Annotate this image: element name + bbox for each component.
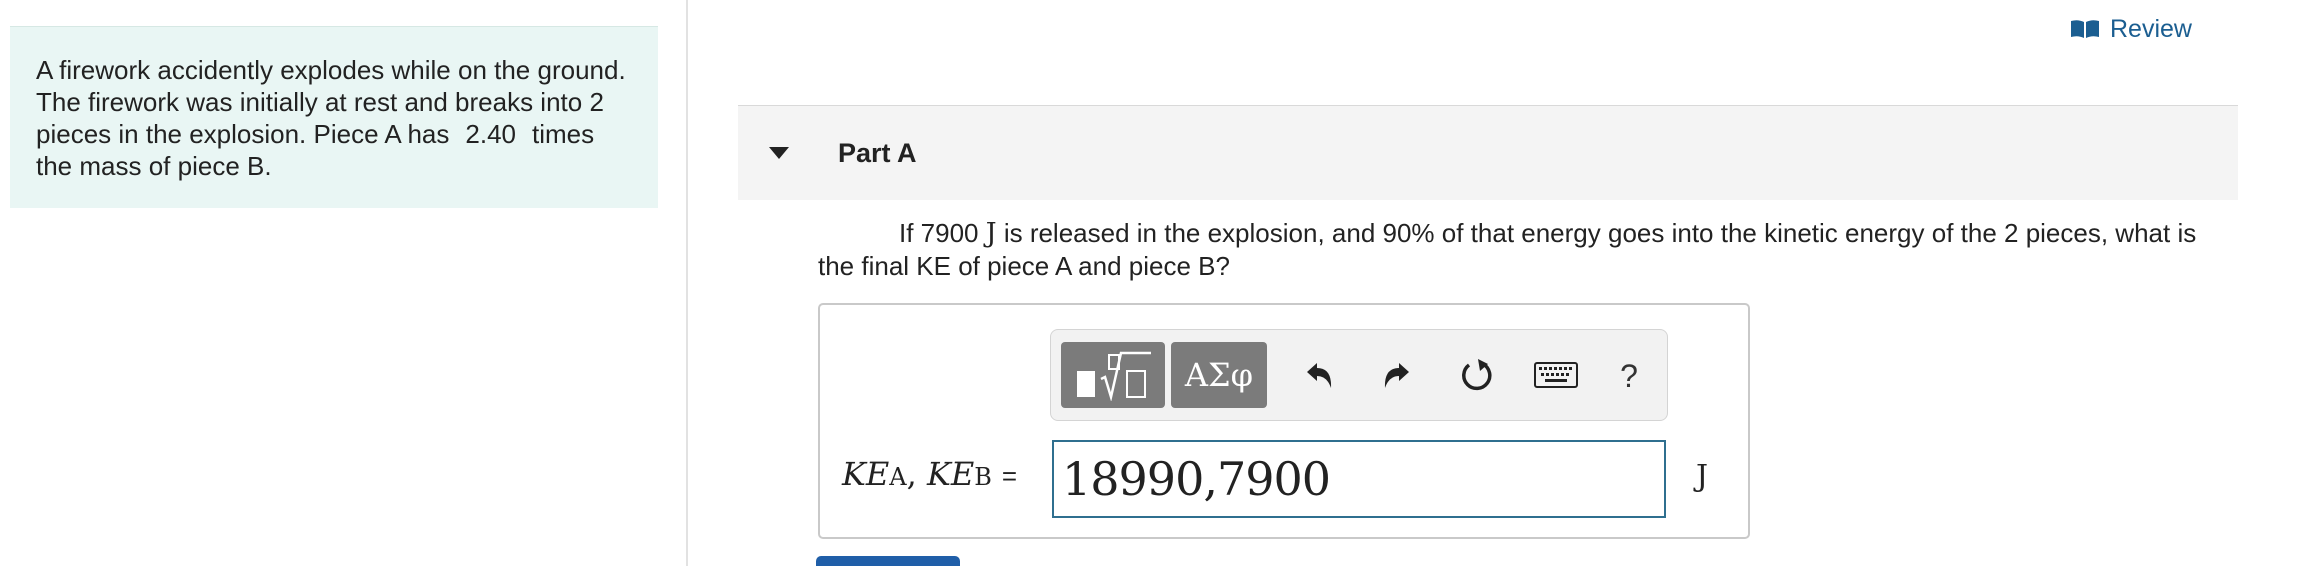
reset-button[interactable]	[1449, 348, 1505, 404]
book-icon	[2071, 20, 2099, 38]
answer-box: ΑΣφ ? KE A , KE B = 18990,7900 J	[818, 303, 1750, 539]
page: A firework accidently explodes while on …	[0, 0, 2316, 566]
question-prefix: If 7900	[899, 218, 979, 248]
templates-icon	[1077, 351, 1151, 401]
review-link[interactable]: Review	[2070, 12, 2192, 46]
part-a-header[interactable]: Part A	[738, 105, 2238, 200]
ke-a-subscript: A	[889, 463, 907, 491]
math-toolbar: ΑΣφ ?	[1050, 329, 1668, 421]
question-text: If 7900 J is released in the explosion, …	[818, 217, 2238, 283]
question-suffix: is released in the explosion, and 90% of…	[818, 218, 2197, 281]
templates-button[interactable]	[1061, 342, 1165, 408]
submit-button[interactable]	[816, 556, 960, 566]
answer-label: KE A, KE B =	[842, 455, 1017, 493]
help-button[interactable]: ?	[1607, 348, 1651, 404]
greek-symbols-button[interactable]: ΑΣφ	[1171, 342, 1267, 408]
equals-sign: =	[1001, 461, 1018, 491]
reset-icon	[1462, 359, 1492, 391]
problem-statement: A firework accidently explodes while on …	[10, 26, 658, 208]
part-title: Part A	[838, 137, 917, 168]
answer-input[interactable]: 18990,7900	[1052, 440, 1666, 518]
ke-a-symbol: KE	[842, 455, 890, 493]
undo-icon	[1307, 363, 1332, 388]
energy-unit: J	[985, 218, 997, 249]
keyboard-icon	[1534, 362, 1578, 388]
redo-icon	[1384, 363, 1409, 388]
ke-b-subscript: B	[974, 463, 992, 491]
panel-divider	[686, 0, 688, 566]
review-label: Review	[2110, 14, 2192, 43]
undo-button[interactable]	[1291, 348, 1347, 404]
keyboard-button[interactable]	[1521, 348, 1591, 404]
mass-ratio-value: 2.40	[465, 119, 516, 149]
label-separator: ,	[906, 455, 917, 493]
caret-down-icon[interactable]	[768, 146, 790, 160]
answer-unit: J	[1696, 459, 1709, 494]
ke-b-symbol: KE	[926, 455, 975, 493]
redo-button[interactable]	[1369, 348, 1425, 404]
